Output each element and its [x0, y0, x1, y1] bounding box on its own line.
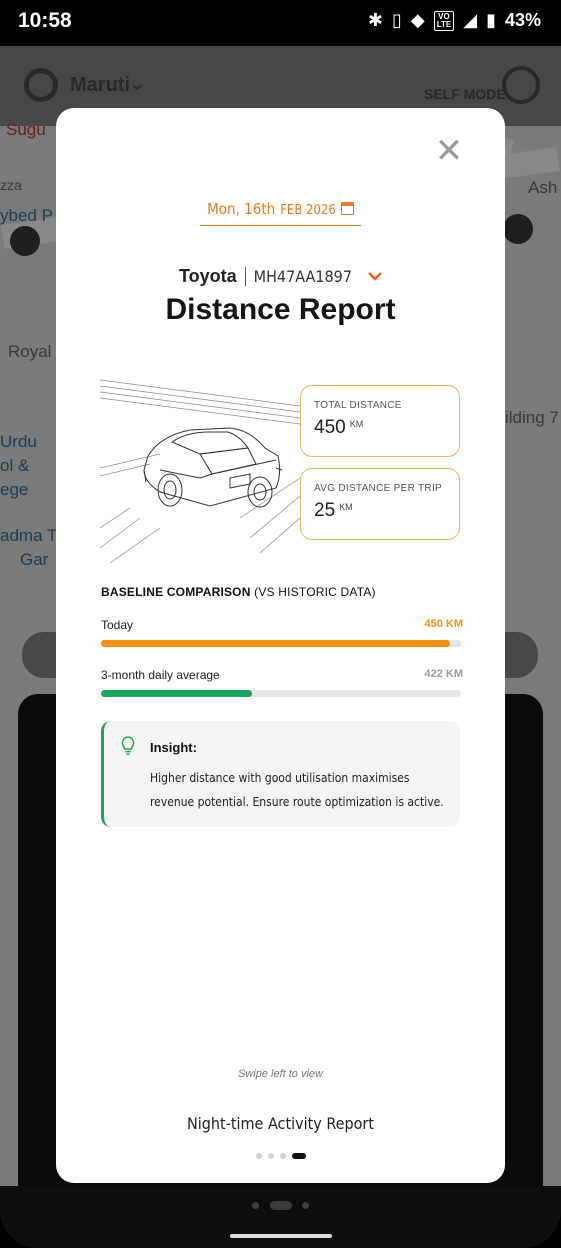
swipe-hint: Swipe left to view — [238, 1068, 323, 1080]
map-label: Urdu — [0, 432, 37, 451]
today-bar-track — [101, 640, 461, 647]
bluetooth-icon: ✱ — [367, 10, 383, 30]
stat-unit: KM — [349, 419, 364, 429]
date-month-year: FEB 2026 — [280, 203, 336, 218]
average-bar-track — [101, 690, 461, 697]
pager-dot[interactable] — [256, 1153, 262, 1159]
car-illustration — [100, 379, 300, 563]
total-distance-card: TOTAL DISTANCE 450 KM — [300, 385, 460, 457]
phone-screen: 10:58 ✱ ▯ ◆ VO LTE ◢ ▮ 43% Maruti ⌄ SELF … — [0, 0, 561, 1248]
map-label: Sugu — [6, 120, 46, 139]
vehicle-make: Toyota — [179, 266, 237, 286]
lightbulb-icon — [121, 736, 135, 755]
insight-body: Higher distance with good utilisation ma… — [150, 771, 444, 809]
date-picker[interactable]: Mon, 16th FEB 2026 — [200, 200, 361, 226]
baseline-heading: BASELINE COMPARISON (VS HISTORIC DATA) — [101, 585, 376, 599]
map-label: ege — [0, 480, 29, 499]
pager-dot-active[interactable] — [292, 1153, 306, 1159]
volte-icon: VO LTE — [433, 10, 455, 31]
nav-dot — [252, 1202, 259, 1209]
map-label: Ash — [528, 178, 558, 197]
map-pin-icon — [10, 226, 40, 256]
background-chevron-icon: ⌄ — [128, 70, 147, 95]
insight-title: Insight: — [150, 740, 197, 755]
stat-value: 25 KM — [314, 500, 459, 522]
average-label: 3-month daily average — [101, 668, 220, 682]
map-label: ilding 7 — [505, 408, 559, 427]
background-mode-label: SELF MODE — [424, 86, 506, 102]
close-button[interactable]: ✕ — [432, 134, 466, 168]
navigation-bar — [0, 1186, 561, 1248]
vehicle-registration: MH47AA1897 — [253, 267, 352, 286]
avg-distance-card: AVG DISTANCE PER TRIP 25 KM — [300, 468, 460, 540]
map-label: ol & — [0, 456, 30, 475]
today-label: Today — [101, 618, 134, 632]
map-label: adma T — [0, 526, 58, 545]
page-title: Distance Report — [165, 293, 396, 326]
vehicle-divider — [244, 267, 246, 286]
signal-icon: ◢ — [463, 10, 478, 30]
baseline-heading-rest: (VS HISTORIC DATA) — [254, 585, 376, 599]
nav-pill — [270, 1201, 292, 1210]
distance-report-modal: ✕ Mon, 16th FEB 2026 Toyota MH47AA1897 D… — [56, 108, 505, 1183]
date-day: Mon, 16th — [207, 200, 276, 218]
chevron-down-icon[interactable] — [368, 268, 382, 286]
stat-number: 450 — [314, 417, 346, 438]
map-label: zza — [0, 177, 22, 193]
page-indicator — [256, 1153, 306, 1159]
status-icons: ✱ ▯ ◆ VO LTE ◢ ▮ 43% — [368, 10, 541, 31]
steering-wheel-icon — [502, 66, 540, 104]
pager-dot[interactable] — [280, 1153, 286, 1159]
average-value: 422 KM — [424, 668, 463, 680]
brand-logo-icon — [24, 68, 58, 102]
insight-card: Insight: Higher distance with good utili… — [101, 721, 460, 827]
today-value: 450 KM — [424, 618, 463, 630]
status-bar: 10:58 ✱ ▯ ◆ VO LTE ◢ ▮ 43% — [0, 0, 561, 46]
stat-number: 25 — [314, 500, 336, 521]
map-label: ybed P — [0, 206, 53, 225]
map-label: Gar — [20, 550, 49, 569]
battery-percent: 43% — [504, 10, 541, 30]
battery-icon: ▮ — [486, 10, 496, 30]
baseline-heading-bold: BASELINE COMPARISON — [101, 585, 251, 599]
calendar-icon — [340, 202, 354, 215]
next-report-title[interactable]: Night-time Activity Report — [56, 1114, 505, 1133]
average-bar-fill — [101, 690, 253, 697]
wifi-icon: ◆ — [410, 10, 425, 30]
stat-unit: KM — [339, 502, 353, 512]
map-pin-icon — [503, 214, 533, 244]
vehicle-selector[interactable]: Toyota MH47AA1897 — [56, 266, 505, 287]
stat-label: TOTAL DISTANCE — [314, 400, 402, 411]
today-bar-fill — [101, 640, 451, 647]
vibrate-icon: ▯ — [391, 10, 402, 30]
stat-value: 450 KM — [314, 417, 459, 439]
pager-dot[interactable] — [268, 1153, 274, 1159]
close-icon: ✕ — [434, 131, 464, 171]
map-label: Royal — [8, 342, 52, 361]
background-brand: Maruti — [70, 74, 130, 96]
home-indicator[interactable] — [230, 1234, 332, 1238]
status-time: 10:58 — [18, 9, 72, 32]
nav-dot — [302, 1202, 309, 1209]
stat-label: AVG DISTANCE PER TRIP — [314, 483, 442, 494]
